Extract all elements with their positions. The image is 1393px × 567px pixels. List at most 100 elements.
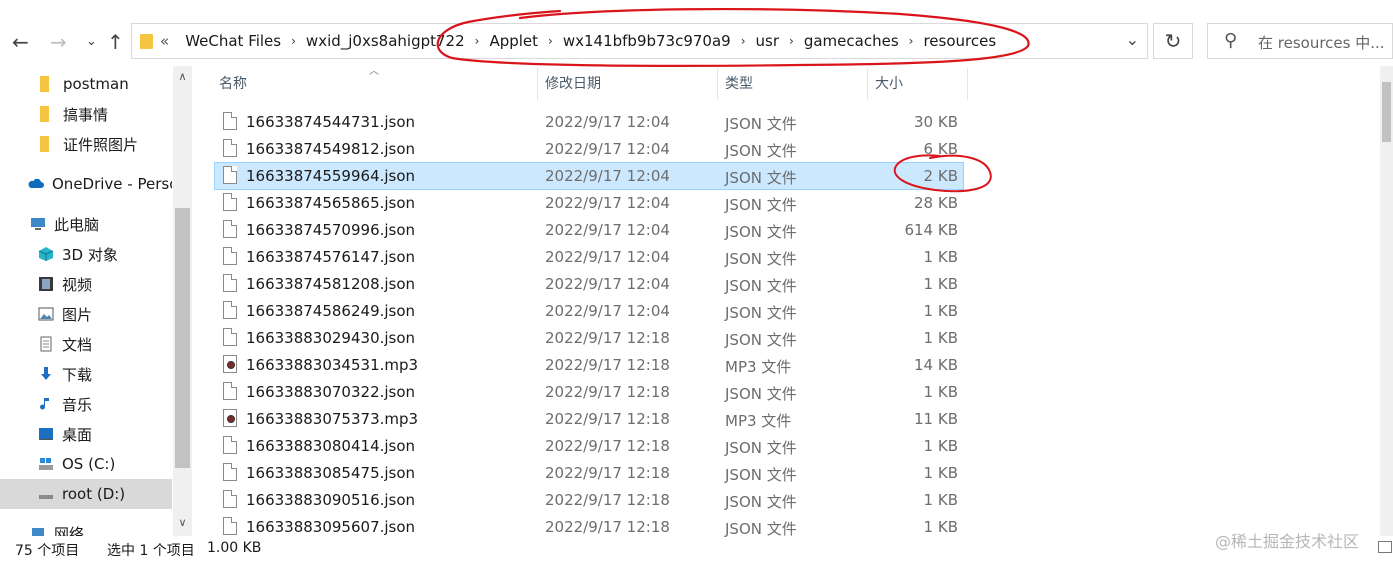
sidebar-item-pictures[interactable]: 图片 [0,299,172,329]
file-row[interactable]: 16633874576147.json 2022/9/17 12:04 JSON 文… [215,244,963,270]
file-type: JSON 文件 [725,250,797,268]
file-size: 11 KB [914,410,958,428]
breadcrumb-item[interactable]: wx141bfb9b73c970a9 [557,32,737,50]
chevron-right-icon[interactable]: › [905,34,918,48]
column-divider[interactable] [867,68,868,100]
file-name: 16633874586249.json [246,302,416,320]
column-header-date[interactable]: 修改日期 [545,68,601,98]
column-header-name[interactable]: 名称 [219,68,247,98]
breadcrumb-item-current[interactable]: resources [917,32,1002,50]
chevron-down-icon[interactable]: ∨ [175,516,190,529]
sidebar-item-downloads[interactable]: 下载 [0,359,172,389]
file-row[interactable]: 16633874544731.json 2022/9/17 12:04 JSON 文… [215,109,963,135]
json-file-icon [223,166,237,184]
file-size: 1 KB [923,491,958,509]
file-row[interactable]: 16633883029430.json 2022/9/17 12:18 JSON 文… [215,325,963,351]
file-row[interactable]: 16633883080414.json 2022/9/17 12:18 JSON 文… [215,433,963,459]
forward-button[interactable]: → [50,28,67,56]
breadcrumb-item[interactable]: usr [750,32,786,50]
up-button[interactable]: ↑ [107,28,124,56]
sidebar-item-desktop[interactable]: 桌面 [0,419,172,449]
refresh-icon: ↻ [1164,29,1182,53]
json-file-icon [223,436,237,454]
json-file-icon [223,517,237,535]
json-file-icon [223,193,237,211]
address-bar[interactable]: « WeChat Files › wxid_j0xs8ahigpt722 › App… [131,23,1148,59]
sidebar-item-label: postman [63,75,129,93]
column-divider[interactable] [967,68,968,100]
cube-icon [38,247,54,261]
file-name: 16633874544731.json [246,113,416,131]
file-row[interactable]: 16633874586249.json 2022/9/17 12:04 JSON 文… [215,298,963,324]
file-type: JSON 文件 [725,304,797,322]
sidebar-item-this-pc[interactable]: 此电脑 [0,209,172,239]
sidebar-item-id-photos[interactable]: 证件照图片 [0,129,172,159]
sidebar-item-drive-c[interactable]: OS (C:) [0,449,172,479]
file-row[interactable]: 16633883070322.json 2022/9/17 12:18 JSON 文… [215,379,963,405]
chevron-right-icon[interactable]: › [471,34,484,48]
sidebar-item-postman[interactable]: postman [0,69,172,99]
sidebar-scrollbar-thumb[interactable] [175,208,190,468]
breadcrumb-item[interactable]: Applet [483,32,544,50]
file-list-scrollbar-thumb[interactable] [1382,82,1391,142]
file-row[interactable]: 16633883085475.json 2022/9/17 12:18 JSON 文… [215,460,963,486]
file-name: 16633883090516.json [246,491,416,509]
file-name: 16633874576147.json [246,248,416,266]
file-row[interactable]: 16633883095607.json 2022/9/17 12:18 JSON 文… [215,514,963,540]
address-dropdown-button[interactable]: ⌄ [1126,30,1139,49]
file-name: 16633874565865.json [246,194,416,212]
sidebar-item-network[interactable]: 网络 [0,518,172,536]
sidebar-item-3d-objects[interactable]: 3D 对象 [0,239,172,269]
file-size: 1 KB [923,518,958,536]
file-row[interactable]: 16633883075373.mp3 2022/9/17 12:18 MP3 文件 1… [215,406,963,432]
breadcrumb-item[interactable]: wxid_j0xs8ahigpt722 [300,32,471,50]
file-name: 16633883070322.json [246,383,416,401]
sidebar-item-label: 网络 [54,524,85,537]
json-file-icon [223,220,237,238]
file-row[interactable]: 16633883034531.mp3 2022/9/17 12:18 MP3 文件 1… [215,352,963,378]
breadcrumb-item[interactable]: WeChat Files [179,32,287,50]
sidebar-item-drive-d[interactable]: root (D:) [0,479,172,509]
mp3-file-icon [223,409,237,427]
file-row[interactable]: 16633874581208.json 2022/9/17 12:04 JSON 文… [215,271,963,297]
details-view-icon[interactable] [1378,541,1392,553]
sidebar-scrollbar[interactable]: ∧ ∨ [173,66,192,536]
chevron-right-icon[interactable]: › [287,34,300,48]
file-row-selected[interactable]: 16633874559964.json 2022/9/17 12:04 JSON 文… [214,162,964,190]
sidebar-item-label: 3D 对象 [62,245,118,264]
chevron-right-icon[interactable]: › [737,34,750,48]
file-list-scrollbar[interactable] [1380,66,1393,536]
breadcrumb-item[interactable]: gamecaches [798,32,905,50]
file-row[interactable]: 16633874565865.json 2022/9/17 12:04 JSON 文… [215,190,963,216]
sidebar-item-label: 图片 [62,305,93,324]
refresh-button[interactable]: ↻ [1153,23,1193,59]
sidebar-item-documents[interactable]: 文档 [0,329,172,359]
chevron-up-icon[interactable]: ∧ [175,70,190,83]
recent-locations-button[interactable]: ⌄ [86,28,97,56]
column-header-type[interactable]: 类型 [725,68,753,98]
sidebar-item-gaoshiqing[interactable]: 搞事情 [0,99,172,129]
file-date: 2022/9/17 12:04 [545,275,670,293]
sidebar-item-label: 文档 [62,335,93,354]
drive-icon [39,458,53,470]
sidebar-item-music[interactable]: 音乐 [0,389,172,419]
chevron-down-icon: ⌄ [86,34,97,49]
navigation-pane: postman 搞事情 证件照图片 OneDrive - Perso 此电脑 3… [0,66,196,536]
breadcrumb-overflow[interactable]: « [160,32,179,50]
column-divider[interactable] [537,68,538,100]
file-size: 2 KB [923,167,958,185]
sidebar-item-videos[interactable]: 视频 [0,269,172,299]
column-divider[interactable] [717,68,718,100]
chevron-right-icon[interactable]: › [785,34,798,48]
file-row[interactable]: 16633874570996.json 2022/9/17 12:04 JSON 文… [215,217,963,243]
chevron-right-icon[interactable]: › [544,34,557,48]
search-input[interactable]: ⚲ 在 resources 中... [1207,23,1393,59]
back-button[interactable]: ← [12,28,29,56]
file-row[interactable]: 16633874549812.json 2022/9/17 12:04 JSON 文… [215,136,963,162]
file-row[interactable]: 16633883090516.json 2022/9/17 12:18 JSON 文… [215,487,963,513]
cloud-icon [28,178,44,188]
column-header-size[interactable]: 大小 [875,68,903,98]
sidebar-item-onedrive[interactable]: OneDrive - Perso [0,169,172,199]
file-name: 16633883080414.json [246,437,416,455]
file-date: 2022/9/17 12:18 [545,329,670,347]
